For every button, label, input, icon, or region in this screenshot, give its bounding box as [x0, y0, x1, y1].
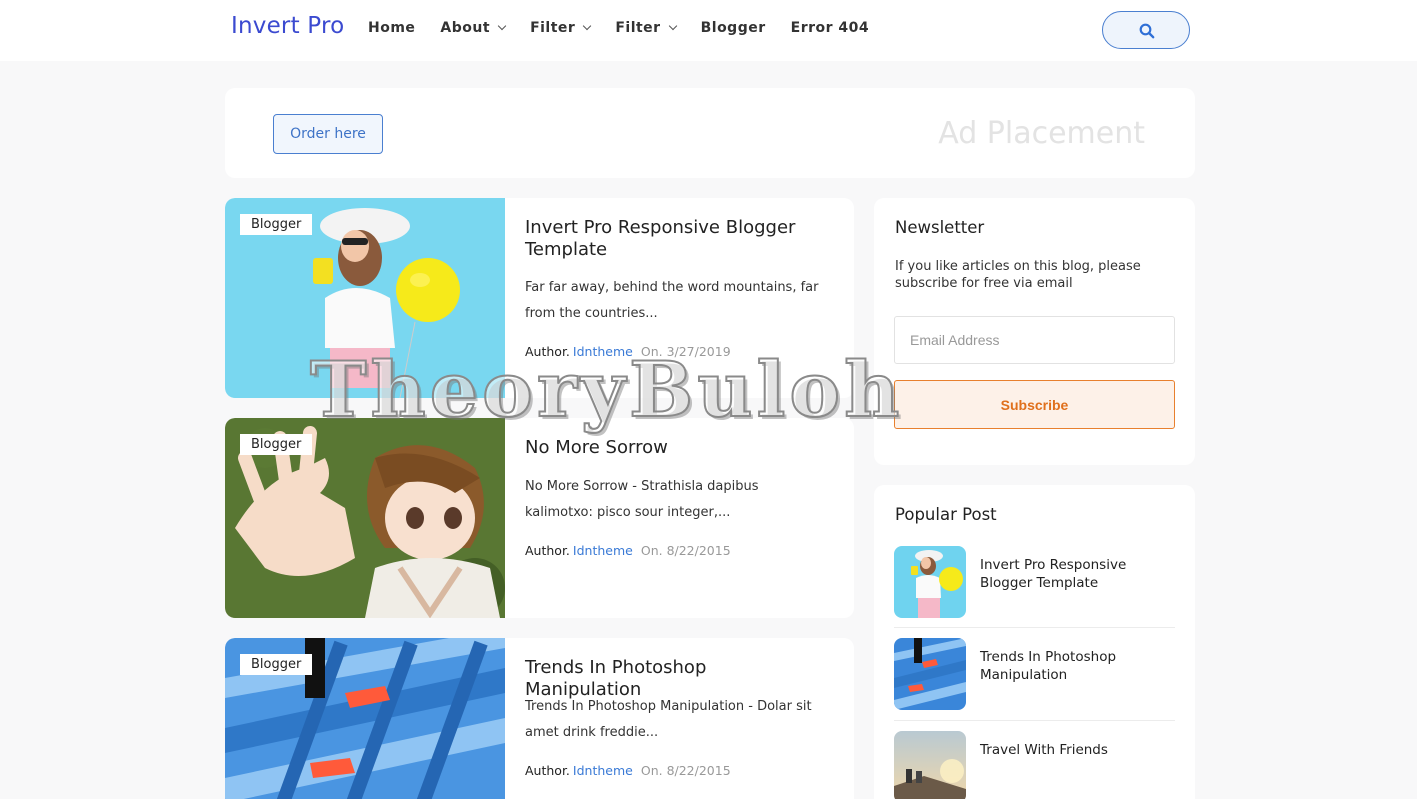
popular-post-item-title: Invert Pro Responsive Blogger Template: [980, 557, 1127, 591]
site-logo[interactable]: Invert Pro: [231, 13, 344, 39]
nav-filter-1[interactable]: Filter: [530, 20, 592, 36]
popular-post-thumbnail: [894, 638, 966, 710]
chevron-down-icon: [583, 21, 592, 31]
post-title[interactable]: No More Sorrow: [525, 437, 825, 459]
post-meta: Author. Idntheme On. 3/27/2019: [525, 344, 731, 359]
popular-post-title: Popular Post: [895, 505, 997, 524]
post-meta: Author. Idntheme On. 8/22/2015: [525, 543, 731, 558]
subscribe-button[interactable]: Subscribe: [894, 380, 1175, 429]
nav-about-label: About: [440, 20, 491, 36]
post-card: Blogger Trends In Photoshop Manipulation…: [225, 638, 854, 799]
post-label-tag[interactable]: Blogger: [240, 434, 313, 455]
popular-post-item-title: Trends In Photoshop Manipulation: [980, 649, 1117, 683]
nav-error-404[interactable]: Error 404: [791, 20, 870, 36]
post-date: On. 3/27/2019: [640, 344, 731, 359]
popular-post-widget: Popular Post Invert Pro Responsive Blogg…: [874, 485, 1195, 799]
nav-filter-label: Filter: [615, 20, 661, 36]
popular-post-image: [894, 546, 966, 618]
post-date: On. 8/22/2015: [640, 543, 731, 558]
popular-post-thumbnail: [894, 731, 966, 799]
nav-home[interactable]: Home: [368, 20, 415, 36]
order-here-button[interactable]: Order here: [273, 114, 383, 154]
chevron-down-icon: [668, 21, 677, 31]
post-card: Blogger Invert Pro Responsive Blogger Te…: [225, 198, 854, 398]
post-date: On. 8/22/2015: [640, 763, 731, 778]
popular-post-item[interactable]: Trends In Photoshop Manipulation: [894, 638, 1175, 712]
email-field[interactable]: [894, 316, 1175, 364]
search-icon: [1139, 23, 1155, 39]
post-meta: Author. Idntheme On. 8/22/2015: [525, 763, 731, 778]
ad-placement-box: Order here Ad Placement: [225, 88, 1195, 178]
post-author-link[interactable]: Idntheme: [573, 543, 633, 558]
post-thumbnail[interactable]: Blogger: [225, 418, 505, 618]
popular-post-thumbnail: [894, 546, 966, 618]
popular-post-item-title: Travel With Friends: [980, 742, 1108, 758]
ad-placement-text: Ad Placement: [938, 116, 1145, 151]
nav-blogger[interactable]: Blogger: [701, 20, 766, 36]
post-label-tag[interactable]: Blogger: [240, 654, 313, 675]
newsletter-description: If you like articles on this blog, pleas…: [895, 259, 1141, 291]
post-author-prefix: Author.: [525, 763, 570, 778]
popular-post-item[interactable]: Travel With Friends: [894, 731, 1175, 799]
post-excerpt: Far far away, behind the word mountains,…: [525, 280, 819, 321]
post-title[interactable]: Invert Pro Responsive Blogger Template: [525, 217, 825, 261]
nav-filter-label: Filter: [530, 20, 576, 36]
post-author-link[interactable]: Idntheme: [573, 344, 633, 359]
nav-home-label: Home: [368, 20, 416, 36]
newsletter-widget: Newsletter If you like articles on this …: [874, 198, 1195, 465]
chevron-down-icon: [497, 21, 507, 31]
search-button[interactable]: [1102, 11, 1190, 49]
nav-blogger-label: Blogger: [700, 20, 766, 36]
nav-about[interactable]: About: [440, 20, 507, 36]
popular-post-item[interactable]: Invert Pro Responsive Blogger Template: [894, 546, 1175, 620]
main-nav: Home About Filter Filter Blogger Error 4…: [368, 20, 894, 36]
post-excerpt: No More Sorrow - Strathisla dapibus kali…: [525, 479, 759, 520]
post-author-prefix: Author.: [525, 543, 570, 558]
nav-filter-2[interactable]: Filter: [615, 20, 677, 36]
post-excerpt: Trends In Photoshop Manipulation - Dolar…: [525, 699, 812, 740]
post-author-prefix: Author.: [525, 344, 570, 359]
post-label-tag[interactable]: Blogger: [240, 214, 313, 235]
popular-post-image: [894, 638, 966, 710]
newsletter-title: Newsletter: [895, 218, 985, 237]
divider: [894, 627, 1175, 628]
post-thumbnail[interactable]: Blogger: [225, 638, 505, 799]
post-thumbnail[interactable]: Blogger: [225, 198, 505, 398]
post-card: Blogger No More Sorrow No More Sorrow - …: [225, 418, 854, 618]
nav-error-label: Error 404: [790, 20, 870, 36]
site-header: Invert Pro Home About Filter Filter Blog…: [0, 0, 1417, 61]
popular-post-image: [894, 731, 966, 799]
divider: [894, 720, 1175, 721]
post-author-link[interactable]: Idntheme: [573, 763, 633, 778]
